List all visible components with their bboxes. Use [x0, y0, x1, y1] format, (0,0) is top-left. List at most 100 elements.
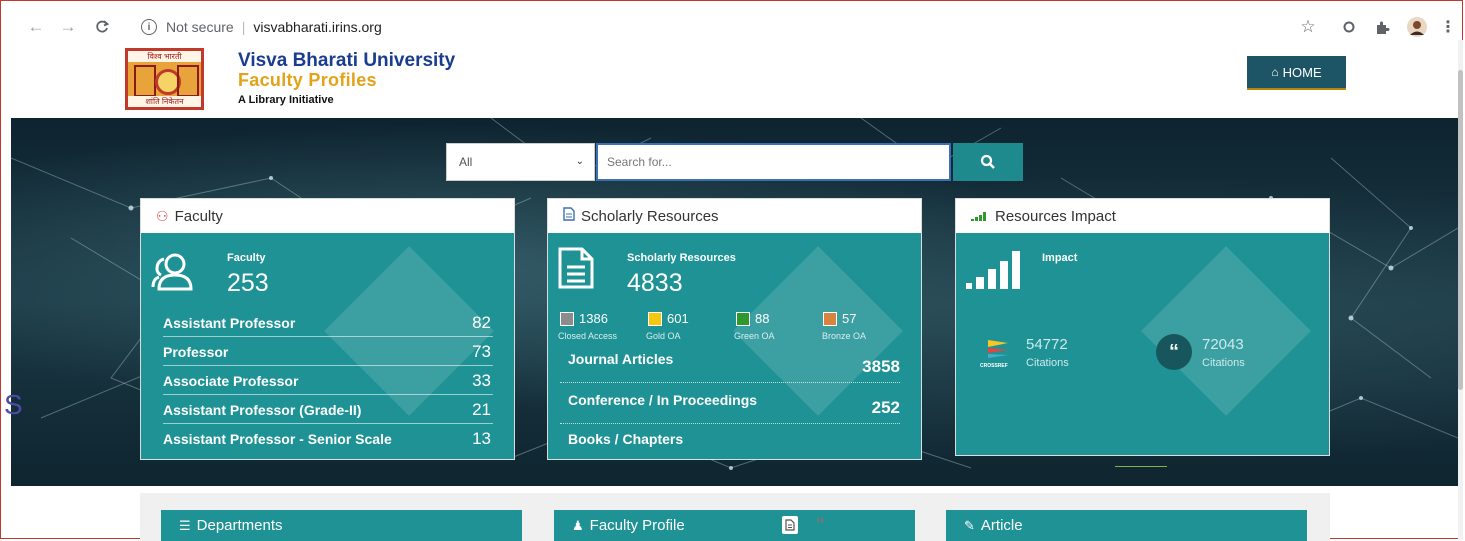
search-input[interactable]: Search for...	[596, 143, 951, 181]
faculty-card-title: Faculty	[174, 207, 223, 225]
row-value: 13	[472, 429, 491, 448]
bronze-oa-swatch	[823, 311, 837, 326]
list-icon: ☰	[179, 517, 191, 533]
faculty-profile-button[interactable]: ♟ Faculty Profile “	[554, 510, 915, 541]
scholarly-count: 4833	[627, 269, 683, 297]
faculty-card-header[interactable]: ⚇ Faculty	[141, 199, 514, 233]
impact-label: Impact	[1042, 252, 1078, 264]
faculty-label: Faculty	[227, 252, 266, 264]
row-value: 73	[472, 342, 491, 361]
browser-toolbar: ← → i Not secure | visvabharati.irins.or…	[1, 14, 1462, 40]
university-logo[interactable]: विश्व भारती शांति निकेतन	[125, 48, 204, 110]
oa-label: Closed Access	[558, 331, 618, 341]
site-title[interactable]: Visva Bharati University	[238, 50, 455, 72]
users-icon: ⚇	[156, 207, 169, 224]
scholarly-card: Scholarly Resources Scholarly Resources …	[547, 198, 922, 460]
oa-green[interactable]: 88	[736, 311, 769, 326]
scholarly-label: Scholarly Resources	[627, 252, 736, 264]
search-category-select[interactable]: All ⌄	[446, 143, 595, 181]
oa-label: Green OA	[734, 331, 775, 341]
stray-text: S	[4, 389, 23, 420]
row-value: 252	[871, 398, 900, 417]
back-arrow-icon[interactable]: ←	[25, 16, 47, 38]
article-label: Article	[980, 517, 1023, 534]
edit-icon: ✎	[964, 517, 975, 533]
other-citations-label: Citations	[1202, 357, 1245, 369]
oa-value: 1386	[579, 311, 608, 326]
oa-closed[interactable]: 1386	[560, 311, 608, 326]
scholarly-card-title: Scholarly Resources	[581, 207, 719, 225]
search-icon	[980, 154, 995, 169]
crossref-citations[interactable]: 54772	[1026, 336, 1068, 353]
closed-access-swatch	[560, 311, 574, 326]
site-subtitle: Faculty Profiles	[238, 70, 377, 90]
carousel-indicator[interactable]	[1115, 466, 1167, 467]
oa-bronze[interactable]: 57	[823, 311, 856, 326]
faculty-row[interactable]: Professor 73	[163, 336, 493, 366]
other-citations[interactable]: 72043	[1202, 336, 1244, 353]
faculty-count: 253	[227, 269, 269, 297]
profile-avatar[interactable]	[1406, 14, 1428, 40]
oa-label: Bronze OA	[822, 331, 867, 341]
row-label: Assistant Professor - Senior Scale	[163, 431, 392, 447]
resource-row[interactable]: Journal Articles 3858	[560, 351, 900, 383]
row-value: 3858	[862, 357, 900, 376]
gold-oa-swatch	[648, 311, 662, 326]
row-label: Conference / In Proceedings	[568, 392, 758, 408]
scholarly-card-header[interactable]: Scholarly Resources	[548, 199, 921, 233]
decor-diamond	[1141, 246, 1311, 416]
faculty-card: ⚇ Faculty Faculty 253 Assistant Professo…	[140, 198, 515, 460]
green-oa-swatch	[736, 311, 750, 326]
search-placeholder: Search for...	[607, 155, 672, 169]
logo-emblem: विश्व भारती शांति निकेतन	[128, 51, 201, 107]
logo-top-text: विश्व भारती	[128, 51, 201, 62]
quote-icon: “	[816, 514, 825, 534]
departments-button[interactable]: ☰ Departments	[161, 510, 522, 541]
forward-arrow-icon[interactable]: →	[57, 16, 79, 38]
security-label: Not secure	[166, 19, 234, 35]
resource-row[interactable]: Books / Chapters	[560, 431, 900, 459]
search-button[interactable]	[953, 143, 1023, 181]
faculty-card-body: Faculty 253 Assistant Professor 82 Profes…	[141, 233, 514, 459]
reload-icon[interactable]	[91, 16, 113, 38]
document-icon	[563, 207, 575, 225]
home-label: HOME	[1282, 64, 1322, 80]
impact-card-header[interactable]: Resources Impact	[956, 199, 1329, 233]
oa-value: 601	[667, 311, 689, 326]
resource-row[interactable]: Conference / In Proceedings 252	[560, 392, 900, 424]
faculty-row[interactable]: Assistant Professor (Grade-II) 21	[163, 394, 493, 424]
faculty-profile-label: Faculty Profile	[589, 517, 685, 534]
row-label: Books / Chapters	[568, 431, 684, 447]
star-icon[interactable]: ☆	[1297, 14, 1319, 40]
info-icon[interactable]: i	[141, 19, 157, 35]
separator: |	[241, 19, 246, 35]
extension-icon[interactable]	[1340, 14, 1358, 40]
home-icon: ⌂	[1271, 65, 1279, 79]
oa-value: 57	[842, 311, 857, 326]
row-label: Assistant Professor (Grade-II)	[163, 402, 362, 418]
kebab-menu-icon[interactable]: ⋮	[1440, 14, 1456, 40]
article-button[interactable]: ✎ Article	[946, 510, 1307, 541]
faculty-row[interactable]: Associate Professor 33	[163, 365, 493, 395]
home-button[interactable]: ⌂ HOME	[1247, 56, 1346, 90]
chevron-down-icon: ⌄	[575, 156, 584, 167]
address-bar[interactable]: i Not secure | visvabharati.irins.org	[125, 14, 1291, 40]
crossref-logo-text: CROSSREF	[980, 363, 1008, 369]
row-label: Associate Professor	[163, 373, 299, 389]
scrollbar-thumb[interactable]	[1458, 70, 1463, 390]
page-scrollbar[interactable]	[1458, 40, 1463, 540]
puzzle-icon[interactable]	[1373, 14, 1391, 40]
signal-bars-icon	[966, 251, 1020, 289]
document-icon	[782, 516, 798, 534]
row-value: 21	[472, 400, 491, 419]
impact-card: Resources Impact Impact CROSSREF 54772 C…	[955, 198, 1330, 456]
impact-card-body: Impact CROSSREF 54772 Citations “ 72043 …	[956, 233, 1329, 455]
oa-gold[interactable]: 601	[648, 311, 689, 326]
row-label: Assistant Professor	[163, 315, 296, 331]
crossref-citations-label: Citations	[1026, 357, 1069, 369]
search-category-value: All	[459, 155, 473, 169]
faculty-row[interactable]: Assistant Professor 82	[163, 307, 493, 337]
faculty-row[interactable]: Assistant Professor - Senior Scale 13	[163, 423, 493, 452]
logo-pattern-right	[177, 65, 199, 97]
file-text-icon	[558, 247, 594, 289]
